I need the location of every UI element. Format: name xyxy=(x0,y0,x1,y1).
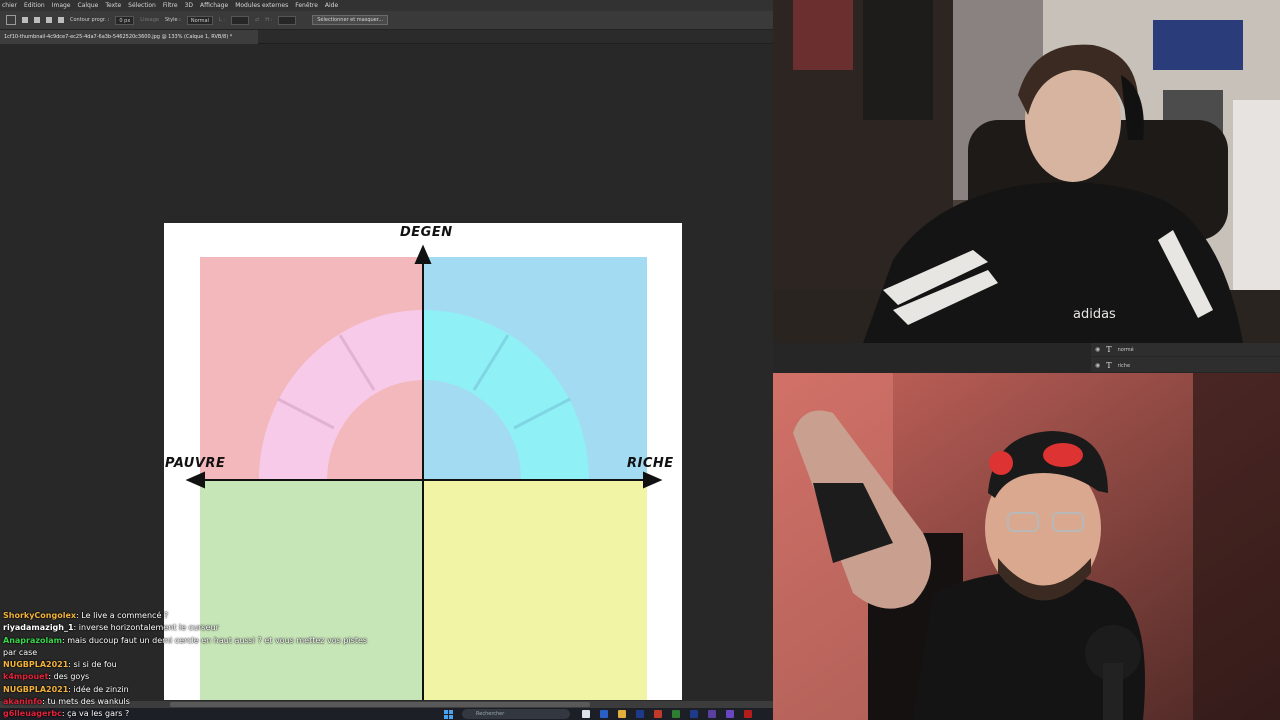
taskbar-search[interactable]: Rechercher xyxy=(462,709,570,719)
width-input[interactable] xyxy=(230,15,249,25)
menu-bar: chier Edition Image Calque Texte Sélecti… xyxy=(0,0,773,11)
subtract-selection-icon[interactable] xyxy=(46,17,52,23)
layer-row[interactable]: ◉ T normé xyxy=(1091,343,1280,357)
layer-name: normé xyxy=(1117,346,1134,353)
layer-row[interactable]: ◉ T riche xyxy=(1091,359,1280,373)
chat-text: inverse horizontalement le curseur xyxy=(78,623,219,633)
axis-label-pauvre: PAUVRE xyxy=(165,456,226,471)
menu-3d[interactable]: 3D xyxy=(185,0,193,11)
intersect-selection-icon[interactable] xyxy=(58,17,64,23)
chat-message: riyadamazigh_1: inverse horizontalement … xyxy=(3,622,423,634)
marquee-tool-icon[interactable] xyxy=(6,15,16,25)
height-label: H : xyxy=(265,17,273,23)
swap-icon[interactable]: ⇄ xyxy=(255,17,259,23)
style-label: Style : xyxy=(164,17,181,23)
stream-screen: chier Edition Image Calque Texte Sélecti… xyxy=(0,0,1280,720)
chat-username[interactable]: NUGBPLA2021 xyxy=(3,685,68,694)
app-icon-5[interactable] xyxy=(672,710,680,718)
webcam-bottom-image xyxy=(773,373,1280,720)
photoshop-app-icon[interactable] xyxy=(600,710,608,718)
text-layer-icon: T xyxy=(1106,361,1112,370)
axis-label-riche: RICHE xyxy=(627,456,674,471)
new-selection-icon[interactable] xyxy=(22,17,28,23)
chat-text: idée de zinzin xyxy=(73,684,129,694)
menu-file[interactable]: chier xyxy=(2,0,17,11)
menu-edition[interactable]: Edition xyxy=(24,0,45,11)
text-layer-icon: T xyxy=(1106,345,1112,354)
webcam-bottom xyxy=(773,373,1280,720)
axis-label-degen: DEGEN xyxy=(400,225,453,240)
chat-username[interactable]: g6lleuagerbc xyxy=(3,709,62,718)
menu-aide[interactable]: Aide xyxy=(325,0,338,11)
style-select[interactable]: Normal xyxy=(186,15,213,25)
chat-text: Le live a commencé ? xyxy=(81,611,169,620)
app-icon-3[interactable] xyxy=(636,710,644,718)
chat-message: NUGBPLA2021: si si de fou xyxy=(3,659,423,671)
chat-username[interactable]: akaninfo xyxy=(3,697,42,706)
chat-text: mais ducoup faut un demi cercle en haut … xyxy=(67,635,368,645)
select-and-mask-button[interactable]: Sélectionner et masquer... xyxy=(312,15,389,25)
chat-message: k4mpouet: des goys xyxy=(3,671,423,683)
webcam-top-image: adidas xyxy=(773,0,1280,343)
options-bar: Contour progr. : 0 px Lissage Style : No… xyxy=(0,11,773,30)
document-tab[interactable]: 1cf10-thumbnail-4c9dce7-ec25-4da7-6a3b-5… xyxy=(0,30,258,44)
record-app-icon[interactable] xyxy=(744,710,752,718)
menu-calque[interactable]: Calque xyxy=(78,0,99,11)
chat-username[interactable]: ShorkyCongolex xyxy=(3,611,76,620)
app-icon-7[interactable] xyxy=(708,710,716,718)
document-tabs: 1cf10-thumbnail-4c9dce7-ec25-4da7-6a3b-5… xyxy=(0,30,773,44)
contour-input[interactable]: 0 px xyxy=(115,15,135,25)
chat-message: par case xyxy=(3,647,423,659)
explorer-app-icon[interactable] xyxy=(618,710,626,718)
layer-name: riche xyxy=(1117,362,1131,369)
chat-message: NUGBPLA2021: idée de zinzin xyxy=(3,684,423,696)
menu-image[interactable]: Image xyxy=(52,0,71,11)
chat-message: akaninfo: tu mets des wankuls xyxy=(3,696,423,708)
chat-message: Anaprazolam: mais ducoup faut un demi ce… xyxy=(3,635,423,647)
app-icon-4[interactable] xyxy=(654,710,662,718)
menu-affichage[interactable]: Affichage xyxy=(200,0,228,11)
webcam-top: adidas xyxy=(773,0,1280,343)
lissage-checkbox[interactable]: Lissage xyxy=(140,17,159,23)
add-selection-icon[interactable] xyxy=(34,17,40,23)
chat-username[interactable]: Anaprazolam xyxy=(3,636,62,645)
discord-app-icon[interactable] xyxy=(726,710,734,718)
chat-text: des goys xyxy=(53,672,90,682)
chat-text: par case xyxy=(3,647,38,657)
chat-username[interactable]: NUGBPLA2021 xyxy=(3,660,68,669)
visibility-eye-icon[interactable]: ◉ xyxy=(1095,362,1100,369)
photoshop-window: chier Edition Image Calque Texte Sélecti… xyxy=(0,0,773,720)
contour-label: Contour progr. : xyxy=(70,17,110,23)
menu-fenetre[interactable]: Fenêtre xyxy=(295,0,318,11)
chat-message: ShorkyCongolex: Le live a commencé ? xyxy=(3,610,423,622)
chat-username[interactable]: riyadamazigh_1 xyxy=(3,623,74,632)
menu-texte[interactable]: Texte xyxy=(105,0,121,11)
visibility-eye-icon[interactable]: ◉ xyxy=(1095,346,1100,353)
menu-modules-externes[interactable]: Modules externes xyxy=(235,0,288,11)
chat-overlay: ShorkyCongolex: Le live a commencé ? riya… xyxy=(3,610,423,720)
svg-text:adidas: adidas xyxy=(1073,307,1116,322)
chat-text: ça va les gars ? xyxy=(67,709,130,719)
width-label: L : xyxy=(218,17,225,23)
windows-start-icon[interactable] xyxy=(444,710,453,719)
app-icon-6[interactable] xyxy=(690,710,698,718)
chat-text: si si de fou xyxy=(73,660,117,670)
task-view-icon[interactable] xyxy=(582,710,590,718)
menu-filtre[interactable]: Filtre xyxy=(163,0,178,11)
chat-username[interactable]: k4mpouet xyxy=(3,672,48,681)
height-input[interactable] xyxy=(278,15,297,25)
chat-message: g6lleuagerbc: ça va les gars ? xyxy=(3,708,423,720)
chat-text: tu mets des wankuls xyxy=(47,697,130,707)
layers-panel: ◉ T normé ◉ T riche xyxy=(1091,343,1280,373)
menu-selection[interactable]: Sélection xyxy=(128,0,156,11)
